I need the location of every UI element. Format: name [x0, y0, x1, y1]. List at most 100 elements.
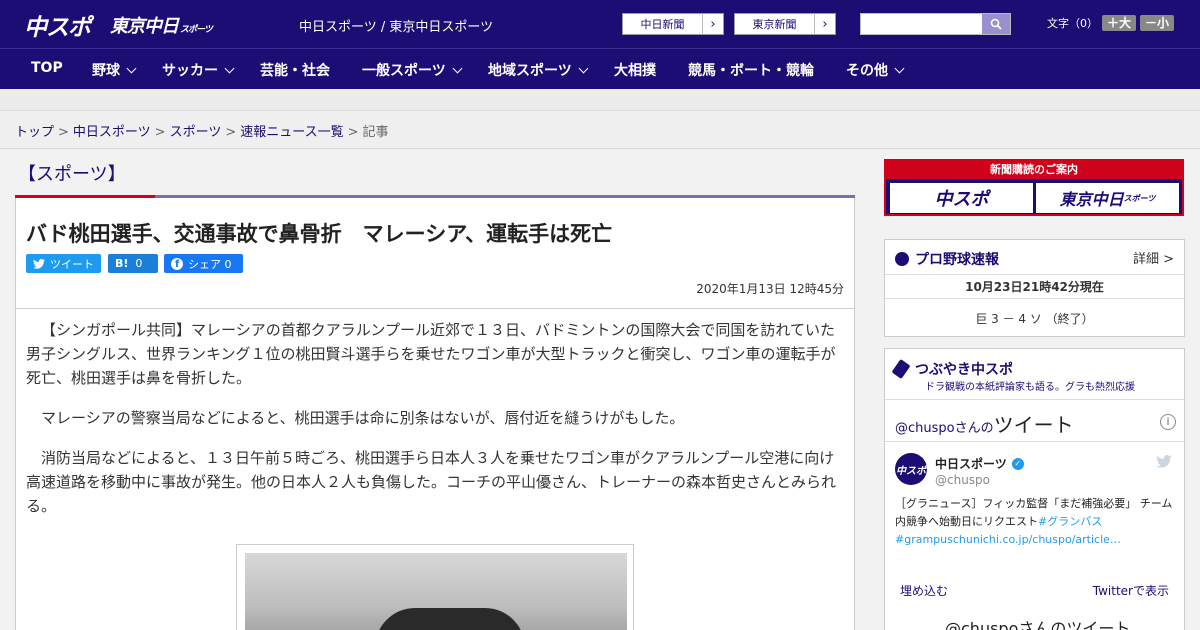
tweet-timeline-handle[interactable]: @chuspoさんの — [895, 421, 994, 436]
chevron-down-icon — [452, 63, 463, 74]
facebook-share-label: シェア 0 — [188, 257, 232, 271]
top-header: 中スポ 東京中日 スポーツ 中日スポーツ / 東京中日スポーツ 中日新聞 › 東京… — [0, 0, 1200, 48]
breadcrumb-separator: > — [225, 125, 237, 140]
breadcrumb-chunichi[interactable]: 中日スポーツ — [73, 125, 151, 140]
font-larger-button[interactable]: ＋大 — [1102, 15, 1137, 31]
chevron-down-icon — [126, 63, 137, 74]
nav-item-soccer[interactable]: サッカー — [162, 60, 235, 80]
tokyo-shimbun-link[interactable]: 東京新聞 › — [734, 13, 836, 35]
breadcrumb-separator: > — [154, 125, 166, 140]
breadcrumb-news-list[interactable]: 速報ニュース一覧 — [240, 125, 343, 140]
banner-tokyo-chunichi-small: スポーツ — [1123, 193, 1156, 203]
nav-label: 地域スポーツ — [488, 63, 572, 79]
tweet-timeline-word: ツイート — [993, 413, 1074, 437]
tokyo-chunichi-logo[interactable]: 東京中日 スポーツ — [110, 12, 213, 38]
chunichi-shimbun-label: 中日新聞 — [623, 14, 703, 34]
chuspo-logo[interactable]: 中スポ — [24, 8, 91, 42]
photo-subject — [375, 608, 525, 630]
banner-tokyo-chunichi-logo[interactable]: 東京中日 スポーツ — [1036, 183, 1179, 213]
nav-item-racing[interactable]: 競馬・ボート・競輪 — [688, 60, 814, 80]
breadcrumb-sports[interactable]: スポーツ — [170, 125, 222, 140]
view-on-twitter-link[interactable]: Twitterで表示 — [1093, 582, 1169, 599]
search-button[interactable] — [982, 14, 1010, 34]
font-size-label: 文字（0） — [1047, 17, 1098, 30]
tweet-body: ［グラニュース］フィッカ監督「まだ補強必要」 チーム内競争へ始動日にリクエスト — [895, 497, 1173, 528]
nav-item-entertainment[interactable]: 芸能・社会 — [260, 60, 330, 80]
banner-tokyo-chunichi-text: 東京中日 — [1059, 190, 1124, 209]
subscription-banner-title: 新聞購読のご案内 — [886, 161, 1182, 179]
tokyo-shimbun-label: 東京新聞 — [735, 14, 815, 34]
article-body: 【シンガポール共同】マレーシアの首都クアラルンプール近郊で１３日、バドミントンの… — [26, 318, 844, 534]
font-size-control: 文字（0） ＋大 －小 — [1047, 15, 1175, 31]
baseball-score[interactable]: 巨 3 － 4 ソ （終了） — [885, 310, 1184, 327]
tweet-hashtag[interactable]: #グランパス — [1038, 515, 1102, 528]
verified-icon: ✓ — [1011, 457, 1024, 470]
hatena-icon: B! — [115, 257, 129, 270]
breadcrumb-top[interactable]: トップ — [15, 125, 54, 140]
info-icon[interactable]: i — [1160, 414, 1176, 430]
nav-label: TOP — [31, 60, 63, 76]
tokyo-chunichi-logo-text: 東京中日 — [110, 16, 179, 37]
subscription-banner[interactable]: 新聞購読のご案内 中スポ 東京中日 スポーツ — [884, 159, 1184, 216]
article-photo[interactable] — [236, 544, 634, 630]
baseball-widget-title: プロ野球速報 — [895, 249, 999, 269]
main-nav: TOP 野球 サッカー 芸能・社会 一般スポーツ 地域スポーツ 大相撲 競馬・ボ… — [0, 48, 1200, 89]
chevron-right-icon: › — [710, 16, 716, 32]
nav-label: 野球 — [92, 63, 120, 79]
breadcrumb-separator: > — [347, 125, 359, 140]
twitter-widget: つぶやき中スポ ドラ観戦の本紙評論家も語る。グラも熱烈応援 @chuspoさんの… — [884, 348, 1185, 630]
tweet-share-label: ツイート — [50, 257, 94, 271]
article-category: 【スポーツ】 — [18, 164, 126, 185]
embed-link[interactable]: 埋め込む — [900, 582, 948, 599]
tweet-user-name[interactable]: 中日スポーツ ✓ — [935, 455, 1024, 472]
baseball-scores-widget: プロ野球速報 詳細 > 10月23日21時42分現在 巨 3 － 4 ソ （終了… — [884, 239, 1185, 337]
breadcrumb-current: 記事 — [362, 125, 389, 140]
chevron-right-icon: › — [822, 16, 828, 32]
twitter-bird-icon — [33, 258, 45, 269]
nav-label: 大相撲 — [614, 63, 656, 79]
nav-item-general-sports[interactable]: 一般スポーツ — [362, 60, 463, 80]
nav-label: 芸能・社会 — [260, 63, 330, 79]
search-icon — [990, 18, 1002, 30]
nav-label: その他 — [846, 63, 888, 79]
spacer-band — [0, 89, 1200, 111]
chevron-down-icon — [894, 63, 905, 74]
article-container: バド桃田選手、交通事故で鼻骨折 マレーシア、運転手は死亡 ツイート B! 0 f… — [15, 198, 855, 630]
hatena-bookmark-button[interactable]: B! 0 — [108, 254, 158, 273]
article-paragraph: 【シンガポール共同】マレーシアの首都クアラルンプール近郊で１３日、バドミントンの… — [26, 321, 836, 387]
article-paragraph: 消防当局などによると、１３日午前５時ごろ、桃田選手ら日本人３人を乗せたワゴン車が… — [26, 449, 837, 515]
baseball-title-text: プロ野球速報 — [915, 252, 999, 268]
tweet-link[interactable]: #grampuschunichi.co.jp/chuspo/article… — [895, 533, 1121, 546]
baseball-details-link[interactable]: 詳細 > — [1133, 248, 1174, 267]
facebook-share-button[interactable]: f シェア 0 — [164, 254, 243, 273]
nav-item-other[interactable]: その他 — [846, 60, 905, 80]
nav-item-sumo[interactable]: 大相撲 — [614, 60, 656, 80]
site-name: 中日スポーツ / 東京中日スポーツ — [299, 20, 494, 35]
breadcrumb: トップ > 中日スポーツ > スポーツ > 速報ニュース一覧 > 記事 — [0, 111, 1200, 149]
tweet-user-name-text: 中日スポーツ — [935, 457, 1007, 471]
article-paragraph: マレーシアの警察当局などによると、桃田選手は命に別条はないが、唇付近を縫うけがも… — [41, 409, 685, 427]
tweet-widget-subtitle: ドラ観戦の本紙評論家も語る。グラも熱烈応援 — [925, 382, 1135, 393]
tweet-share-button[interactable]: ツイート — [26, 254, 101, 273]
avatar[interactable]: 中スポ — [895, 453, 927, 485]
twitter-bird-icon[interactable] — [1156, 455, 1172, 468]
banner-chuspo-logo[interactable]: 中スポ — [890, 183, 1033, 213]
chunichi-shimbun-link[interactable]: 中日新聞 › — [622, 13, 724, 35]
nav-item-regional-sports[interactable]: 地域スポーツ — [488, 60, 589, 80]
tweet-user-handle[interactable]: @chuspo — [935, 473, 990, 487]
font-smaller-button[interactable]: －小 — [1140, 15, 1175, 31]
article-photo-image — [245, 553, 627, 630]
article-date: 2020年1月13日 12時45分 — [696, 282, 844, 296]
nav-label: 競馬・ボート・競輪 — [688, 63, 814, 79]
search-input[interactable] — [860, 13, 1011, 35]
pen-icon — [891, 359, 911, 379]
tweet-text: ［グラニュース］フィッカ監督「まだ補強必要」 チーム内競争へ始動日にリクエスト#… — [895, 495, 1175, 549]
nav-item-top[interactable]: TOP — [31, 60, 63, 76]
nav-item-baseball[interactable]: 野球 — [92, 60, 137, 80]
chevron-down-icon — [224, 63, 235, 74]
tokyo-chunichi-logo-small: スポーツ — [180, 25, 213, 35]
tweet-widget-title: つぶやき中スポ — [891, 359, 1013, 379]
hatena-count: 0 — [135, 257, 143, 270]
chevron-down-icon — [578, 63, 589, 74]
tweet-timeline-header: @chuspoさんのツイート i — [885, 399, 1184, 442]
